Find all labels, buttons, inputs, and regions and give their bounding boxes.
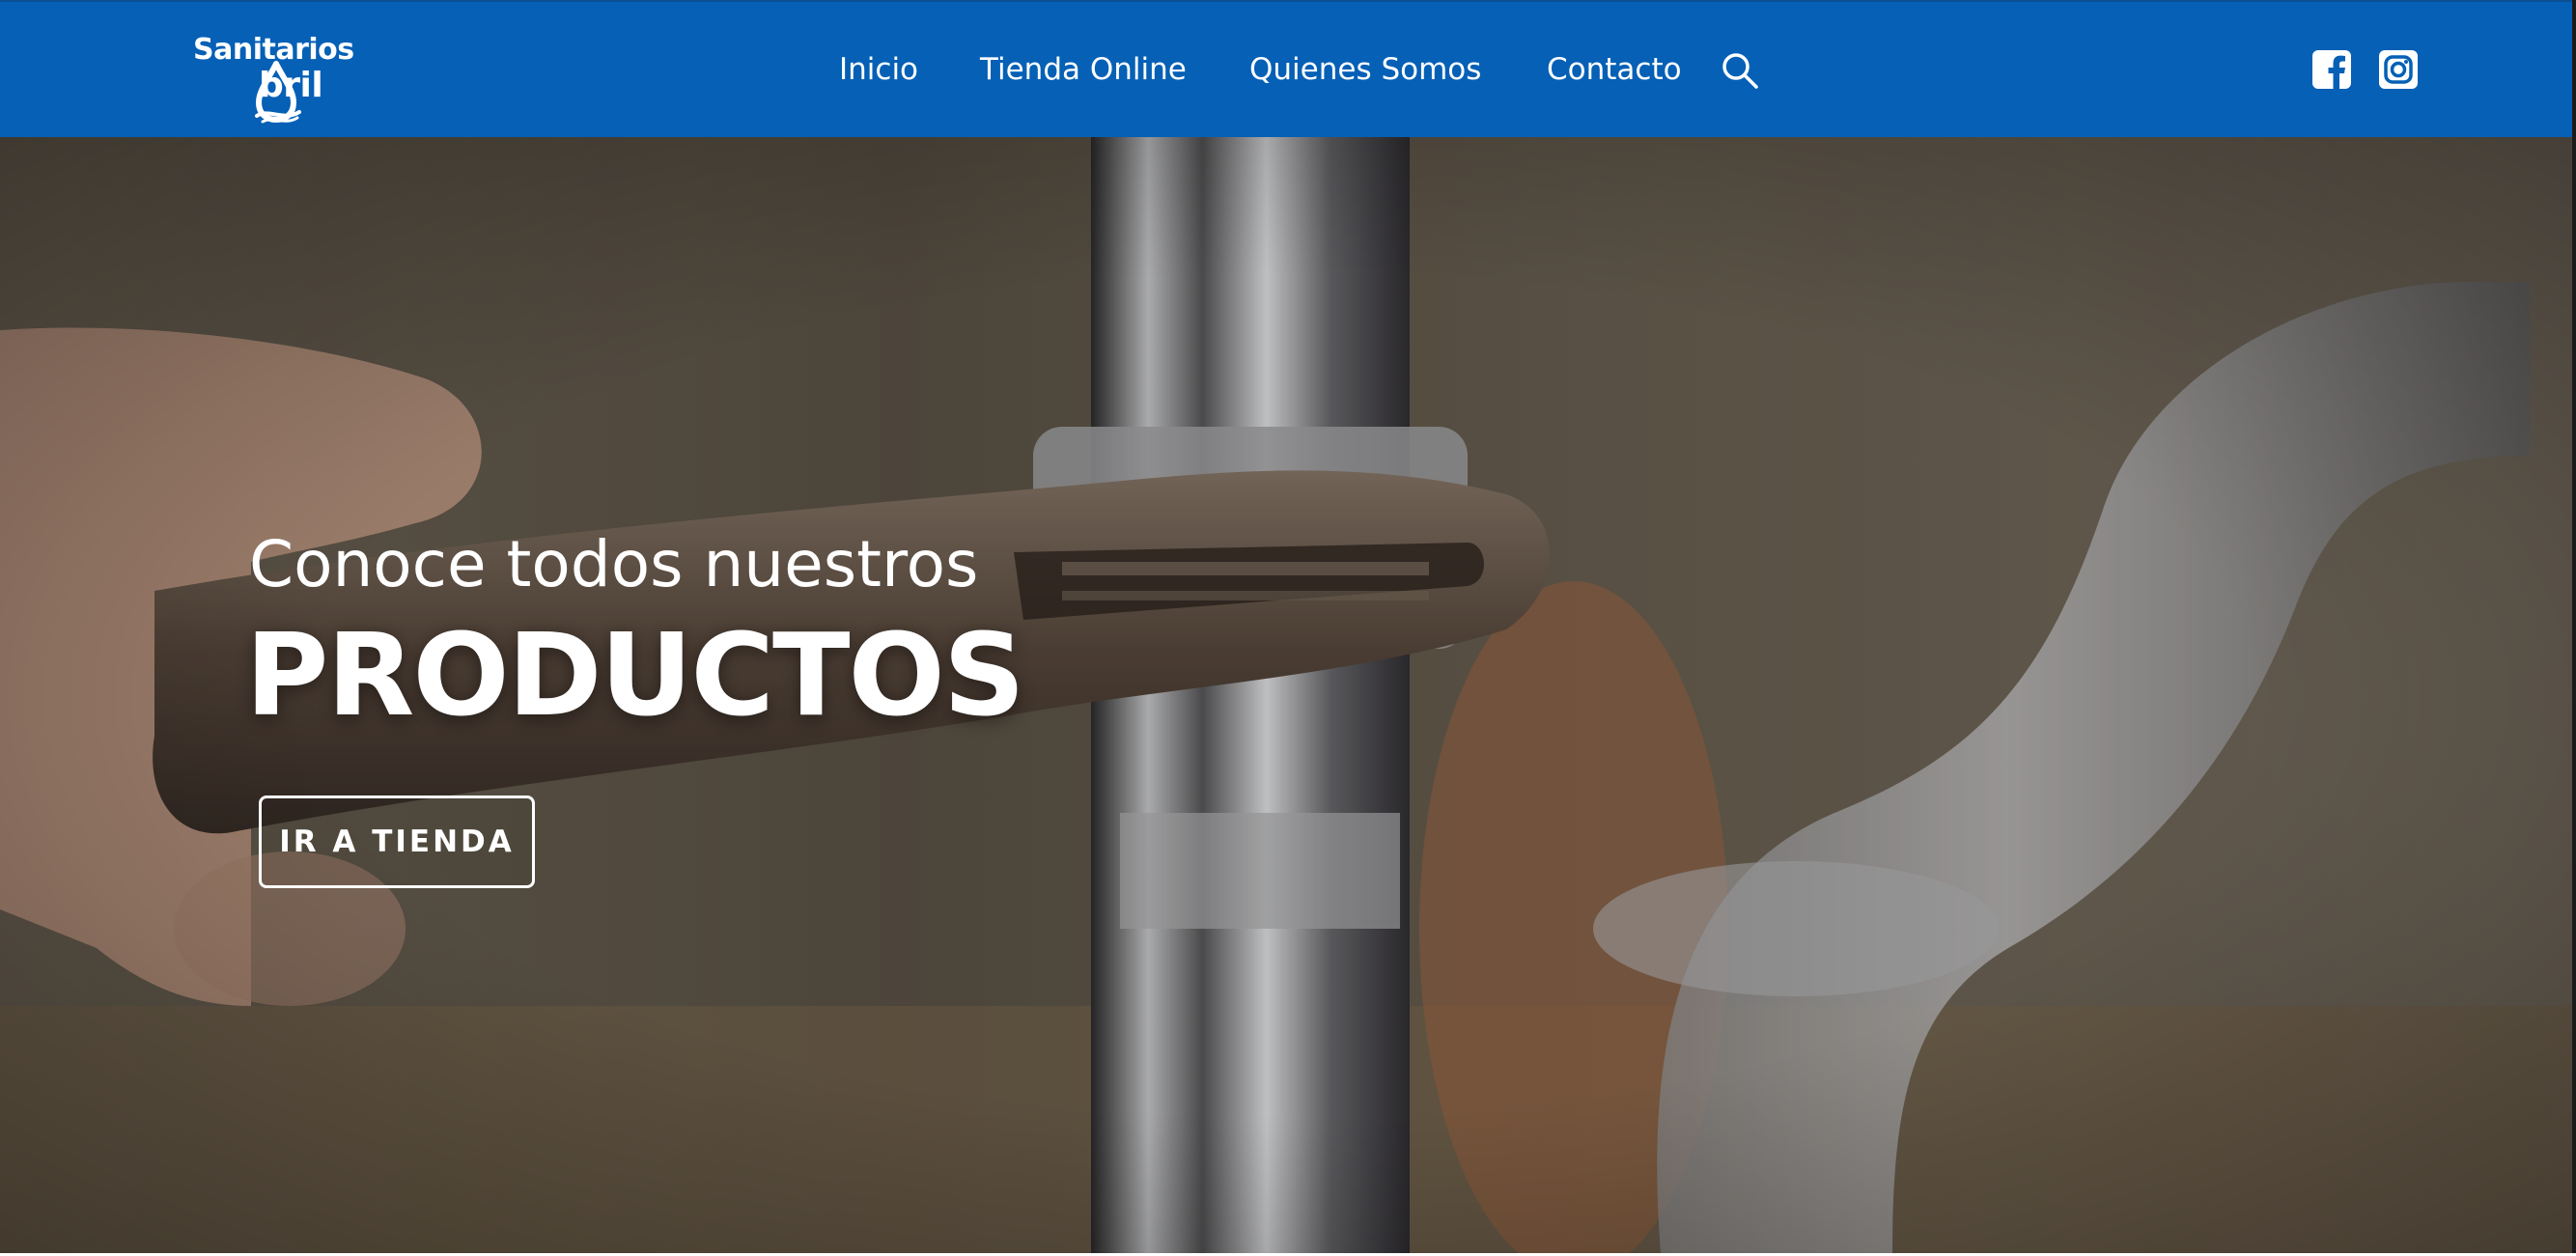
nav-link-tienda-online[interactable]: Tienda Online [980, 46, 1187, 93]
window-right-edge [2572, 0, 2576, 1256]
go-to-store-button[interactable]: IR A TIENDA [259, 795, 535, 888]
nav-link-quienes-somos[interactable]: Quienes Somos [1249, 46, 1481, 93]
facebook-icon[interactable] [2311, 49, 2352, 90]
search-icon[interactable] [1721, 51, 1759, 90]
site-header: Sanitarios bril Inicio Tienda Online Qui… [0, 0, 2572, 137]
brand-logo[interactable]: Sanitarios bril [191, 33, 371, 124]
logo-text-line2: bril [259, 66, 323, 105]
hero-subtitle: Conoce todos nuestros [249, 527, 979, 601]
hero-title: PRODUCTOS [245, 608, 1025, 741]
instagram-icon[interactable] [2378, 49, 2419, 90]
page: Sanitarios bril Inicio Tienda Online Qui… [0, 0, 2576, 1256]
hero-section: Conoce todos nuestros PRODUCTOS IR A TIE… [0, 137, 2572, 1253]
nav-link-inicio[interactable]: Inicio [839, 46, 918, 93]
nav-link-contacto[interactable]: Contacto [1547, 46, 1682, 93]
